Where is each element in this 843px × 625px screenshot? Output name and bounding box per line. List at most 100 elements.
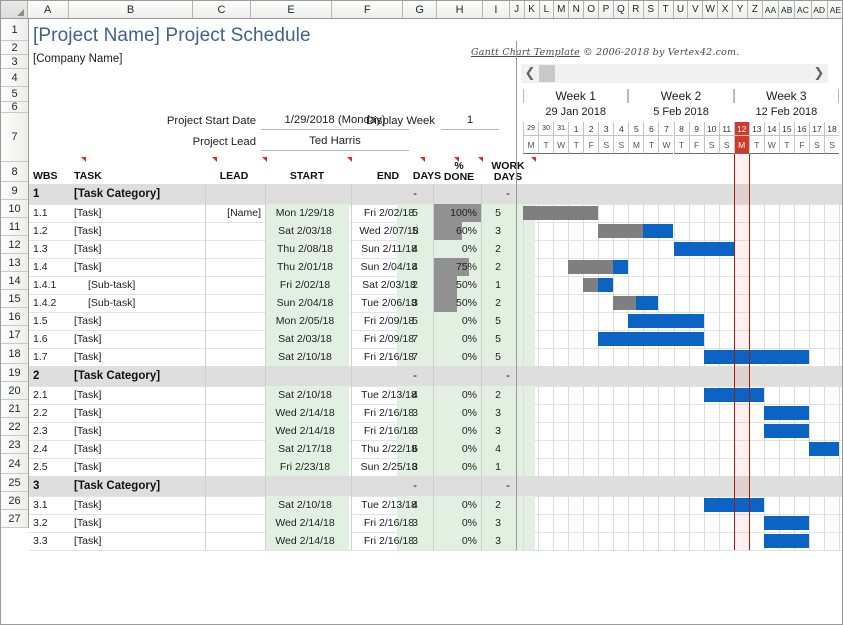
task-wbs[interactable]: 1.1 [33,207,48,219]
task-start[interactable]: Fri 2/02/18 [265,279,345,291]
task-wbs[interactable]: 2.3 [33,425,48,437]
column-header-P[interactable]: P [599,1,614,18]
column-header-L[interactable]: L [540,1,555,18]
column-header-F[interactable]: F [332,1,402,18]
gantt-bar-remaining[interactable] [598,278,613,292]
column-header-K[interactable]: K [525,1,540,18]
column-header-A[interactable]: A [28,1,69,18]
task-work-days[interactable]: 1 [481,461,515,473]
task-name[interactable]: [Task] [74,389,101,401]
task-work-days[interactable]: 2 [481,499,515,511]
task-work-days[interactable]: 3 [481,407,515,419]
task-name[interactable]: [Sub-task] [88,279,135,291]
task-days[interactable]: 6 [397,443,433,455]
task-name[interactable]: [Task] [74,517,101,529]
category-days[interactable]: - [397,188,433,200]
task-start[interactable]: Sat 2/10/18 [265,351,345,363]
scrollbar-thumb[interactable] [539,65,555,82]
scroll-left-icon[interactable]: ❮ [521,64,539,83]
task-start[interactable]: Wed 2/14/18 [265,425,345,437]
task-work-days[interactable]: 3 [481,535,515,547]
task-wbs[interactable]: 1.2 [33,225,48,237]
task-work-days[interactable]: 3 [481,225,515,237]
row-header-9[interactable]: 9 [1,182,28,200]
category-name[interactable]: [Task Category] [74,370,160,382]
gantt-bar-remaining[interactable] [613,260,628,274]
row-header-25[interactable]: 25 [1,474,28,492]
task-days[interactable]: 3 [397,407,433,419]
row-header-17[interactable]: 17 [1,326,28,344]
row-header-24[interactable]: 24 [1,454,28,474]
row-header-11[interactable]: 11 [1,218,28,236]
row-header-19[interactable]: 19 [1,364,28,382]
task-name[interactable]: [Task] [74,425,101,437]
gantt-bar-remaining[interactable] [598,332,703,346]
row-header-15[interactable]: 15 [1,290,28,308]
col-header-start[interactable]: START [265,157,349,185]
task-name[interactable]: [Task] [74,461,101,473]
gantt-bar-remaining[interactable] [628,314,703,328]
task-wbs[interactable]: 2.2 [33,407,48,419]
pct-done-cell[interactable]: 0% [433,532,481,550]
category-work-days[interactable]: - [481,480,535,492]
column-header-R[interactable]: R [629,1,644,18]
pct-done-cell[interactable]: 75% [433,258,481,276]
column-header-W[interactable]: W [703,1,718,18]
row-header-3[interactable]: 3 [1,55,28,69]
gantt-bar-remaining[interactable] [764,424,809,438]
column-header-AB[interactable]: AB [779,1,795,18]
column-header-Y[interactable]: Y [733,1,748,18]
task-start[interactable]: Wed 2/14/18 [265,517,345,529]
pct-done-cell[interactable]: 0% [433,404,481,422]
gantt-bar-remaining[interactable] [636,296,659,310]
column-header-G[interactable]: G [403,1,437,18]
task-wbs[interactable]: 2.4 [33,443,48,455]
task-start[interactable]: Mon 2/05/18 [265,315,345,327]
pct-done-cell[interactable]: 0% [433,422,481,440]
task-days[interactable]: 7 [397,351,433,363]
task-days[interactable]: 5 [397,315,433,327]
task-wbs[interactable]: 3.1 [33,499,48,511]
task-days[interactable]: 4 [397,243,433,255]
project-lead-value[interactable]: Ted Harris [261,135,409,151]
pct-done-cell[interactable]: 0% [433,348,481,366]
pct-done-cell[interactable]: 50% [433,294,481,312]
row-header-23[interactable]: 23 [1,436,28,454]
pct-done-cell[interactable]: 0% [433,312,481,330]
column-header-M[interactable]: M [554,1,569,18]
task-name[interactable]: [Task] [74,535,101,547]
task-work-days[interactable]: 5 [481,351,515,363]
task-days[interactable]: 3 [397,425,433,437]
category-name[interactable]: [Task Category] [74,480,160,492]
task-start[interactable]: Sun 2/04/18 [265,297,345,309]
task-days[interactable]: 3 [397,297,433,309]
gantt-bar-remaining[interactable] [764,406,809,420]
task-wbs[interactable]: 3.3 [33,535,48,547]
task-name[interactable]: [Task] [74,207,101,219]
task-days[interactable]: 4 [397,499,433,511]
pct-done-cell[interactable]: 0% [433,386,481,404]
task-name[interactable]: [Task] [74,261,101,273]
task-work-days[interactable]: 1 [481,279,515,291]
task-name[interactable]: [Sub-task] [88,297,135,309]
task-wbs[interactable]: 1.4.2 [33,297,56,309]
task-days[interactable]: 5 [397,207,433,219]
task-start[interactable]: Sat 2/03/18 [265,333,345,345]
category-name[interactable]: [Task Category] [74,188,160,200]
column-header-V[interactable]: V [688,1,703,18]
task-days[interactable]: 4 [397,389,433,401]
task-work-days[interactable]: 2 [481,243,515,255]
task-work-days[interactable]: 3 [481,425,515,437]
task-name[interactable]: [Task] [74,499,101,511]
row-header-10[interactable]: 10 [1,200,28,218]
row-header-20[interactable]: 20 [1,382,28,400]
gantt-bar-complete[interactable] [568,260,613,274]
row-header-4[interactable]: 4 [1,69,28,87]
column-header-E[interactable]: E [251,1,333,18]
gantt-bar-complete[interactable] [598,224,643,238]
task-work-days[interactable]: 2 [481,261,515,273]
task-name[interactable]: [Task] [74,243,101,255]
column-header-H[interactable]: H [437,1,483,18]
row-header-26[interactable]: 26 [1,492,28,510]
task-work-days[interactable]: 3 [481,517,515,529]
